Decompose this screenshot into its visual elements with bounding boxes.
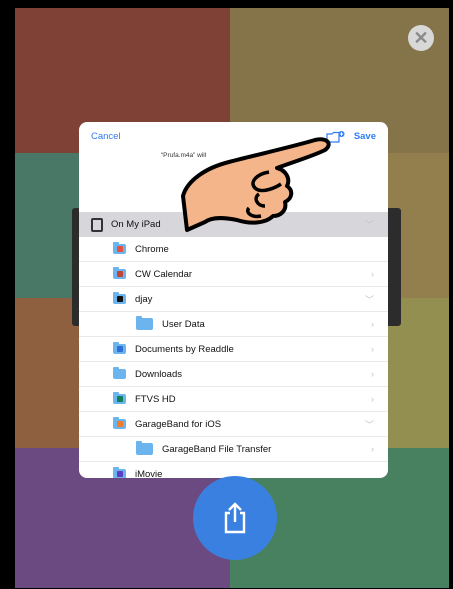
folder-icon [136,316,153,330]
folder-icon [113,242,126,254]
chevron-right-icon: › [371,444,374,454]
folder-row[interactable]: Chrome [79,237,388,262]
app-badge-icon [117,396,123,402]
folder-label: Chrome [135,243,169,255]
folder-row[interactable]: User Data › [79,312,388,337]
folder-row[interactable]: djay ﹀ [79,287,388,312]
app-badge-icon [117,471,123,477]
folder-row[interactable]: CW Calendar › [79,262,388,287]
folder-icon [113,392,126,404]
folder-label: Downloads [135,368,182,380]
folder-icon [113,292,126,304]
close-icon[interactable]: ✕ [408,25,434,51]
folder-row[interactable]: GarageBand for iOS ﹀ [79,412,388,437]
chevron-right-icon: › [371,394,374,404]
folder-row[interactable]: FTVS HD › [79,387,388,412]
folder-label: CW Calendar [135,268,193,280]
folder-label: FTVS HD [135,393,176,405]
folder-row[interactable]: Downloads › [79,362,388,387]
chevron-down-icon: ﹀ [364,220,374,230]
folder-icon [136,441,153,455]
folder-label: djay [135,293,153,305]
location-label: On My iPad [111,219,161,230]
folder-icon [113,467,126,478]
app-badge-icon [117,246,123,252]
ipad-screen: ✕ Cancel Save “Prufa.m4a” will On My iPa… [15,8,449,588]
chevron-right-icon: › [371,344,374,354]
folder-row[interactable]: GarageBand File Transfer › [79,437,388,462]
share-icon [224,502,246,534]
share-button[interactable] [193,476,277,560]
app-badge-icon [117,346,123,352]
chevron-right-icon: › [371,319,374,329]
app-badge-icon [117,271,123,277]
folder-icon [113,342,126,354]
popover-edge-right [387,208,401,326]
ipad-icon [91,217,103,232]
save-button[interactable]: Save [354,131,376,142]
cancel-button[interactable]: Cancel [91,131,121,142]
pointing-hand-icon [181,137,331,232]
app-badge-icon [117,421,123,427]
folder-label: User Data [162,318,205,330]
folder-icon [113,417,126,429]
folder-row[interactable]: Documents by Readdle › [79,337,388,362]
folder-label: Documents by Readdle [135,343,234,355]
folder-label: GarageBand File Transfer [162,443,272,455]
folder-label: GarageBand for iOS [135,418,222,430]
folder-icon [113,267,126,279]
folder-label: iMovie [135,468,163,479]
app-badge-icon [117,296,123,302]
chevron-down-icon: ﹀ [364,419,374,430]
chevron-right-icon: › [371,269,374,279]
folder-icon [113,367,126,379]
chevron-down-icon: ﹀ [364,294,374,305]
chevron-right-icon: › [371,369,374,379]
